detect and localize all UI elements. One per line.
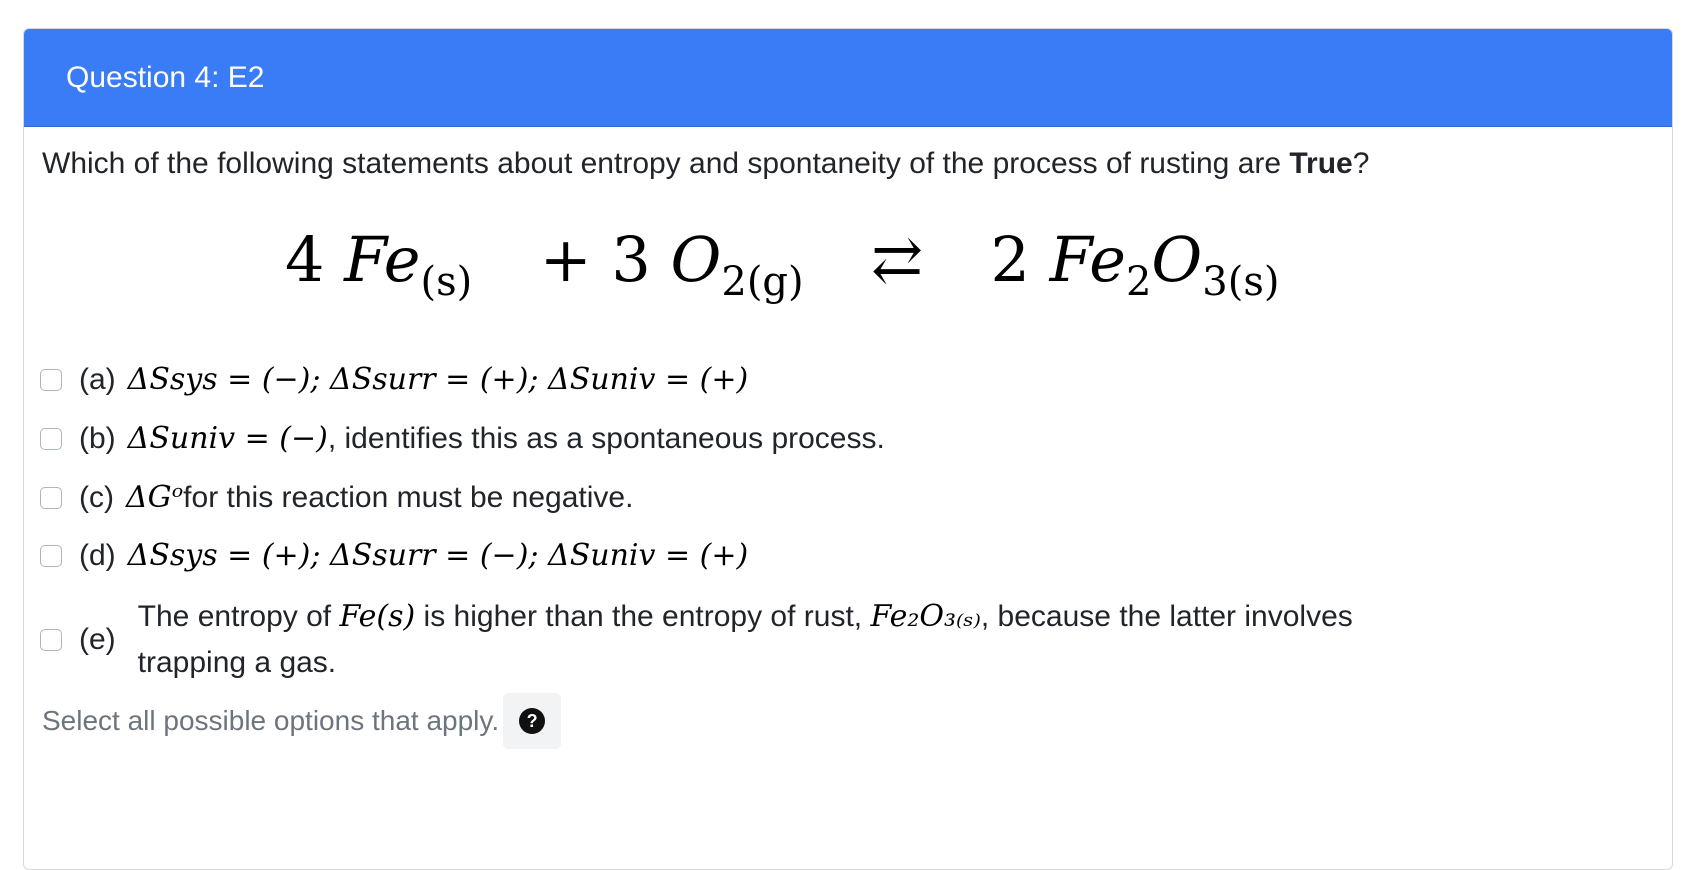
option-e-text-1: The entropy of: [137, 600, 340, 633]
option-d-checkbox[interactable]: [40, 545, 62, 567]
symbol-rust-iron: Fe: [1049, 223, 1126, 296]
option-e-text: The entropy of Fe(s) is higher than the …: [138, 594, 1438, 686]
option-a[interactable]: (a) ΔSsys = (−); ΔSsurr = (+); ΔSuniv = …: [40, 361, 748, 399]
phase-rust: 3(s): [1202, 259, 1280, 305]
option-d-math: ΔSsys = (+); ΔSsurr = (−); ΔSuniv = (+): [127, 538, 749, 573]
option-e-math-iron: Fe(s): [339, 599, 416, 634]
plus-sign: +: [539, 223, 592, 296]
select-all-hint: Select all possible options that apply. …: [42, 693, 562, 749]
option-e-label: (e): [79, 623, 116, 656]
option-c-math: ΔGᵒ: [125, 480, 184, 515]
option-c[interactable]: (c) ΔGᵒ for this reaction must be negati…: [40, 479, 633, 517]
option-c-text: for this reaction must be negative.: [183, 481, 634, 514]
phase-oxygen: 2(g): [721, 259, 804, 305]
option-a-label: (a): [79, 363, 116, 396]
prompt-emphasis: True: [1289, 147, 1353, 180]
coef-rust: 2: [990, 223, 1030, 296]
option-a-math: ΔSsys = (−); ΔSsurr = (+); ΔSuniv = (+): [127, 362, 749, 397]
option-b-checkbox[interactable]: [40, 428, 62, 450]
question-mark-icon[interactable]: ?: [519, 708, 546, 734]
phase-iron: (s): [420, 259, 473, 305]
reaction-equation: 4 Fe(s) + 3 O2(g) ⇄ 2 Fe2O3(s): [285, 215, 1279, 327]
coef-oxygen: 3: [611, 223, 651, 296]
equilibrium-arrow: ⇄: [871, 223, 924, 296]
option-c-checkbox[interactable]: [40, 487, 62, 509]
symbol-iron: Fe: [344, 223, 421, 296]
option-c-label: (c): [79, 481, 114, 514]
option-e-text-2: is higher than the entropy of rust,: [415, 600, 871, 633]
help-button[interactable]: ?: [503, 693, 562, 749]
subscript-rust-iron: 2: [1125, 259, 1152, 305]
hint-text: Select all possible options that apply.: [42, 705, 500, 736]
option-a-checkbox[interactable]: [40, 369, 62, 391]
option-b-label: (b): [79, 422, 116, 455]
option-e-math-rust: Fe₂O₃₍ₛ₎: [870, 599, 981, 634]
option-e[interactable]: (e) The entropy of Fe(s) is higher than …: [40, 594, 1438, 686]
question-prompt: Which of the following statements about …: [42, 145, 1369, 183]
option-b[interactable]: (b) ΔSuniv = (−), identifies this as a s…: [40, 420, 885, 458]
option-d-label: (d): [79, 539, 116, 572]
question-title: Question 4: E2: [66, 60, 265, 94]
option-d[interactable]: (d) ΔSsys = (+); ΔSsurr = (−); ΔSuniv = …: [40, 537, 748, 575]
symbol-rust-oxygen: O: [1151, 223, 1203, 296]
prompt-end: ?: [1352, 147, 1370, 180]
option-e-checkbox[interactable]: [40, 629, 62, 651]
question-header: Question 4: E2: [24, 29, 1672, 127]
coef-iron: 4: [285, 223, 325, 296]
symbol-oxygen: O: [670, 223, 722, 296]
option-b-math: ΔSuniv = (−): [127, 421, 328, 456]
option-b-text: , identifies this as a spontaneous proce…: [327, 422, 885, 455]
prompt-text: Which of the following statements about …: [42, 147, 1290, 180]
